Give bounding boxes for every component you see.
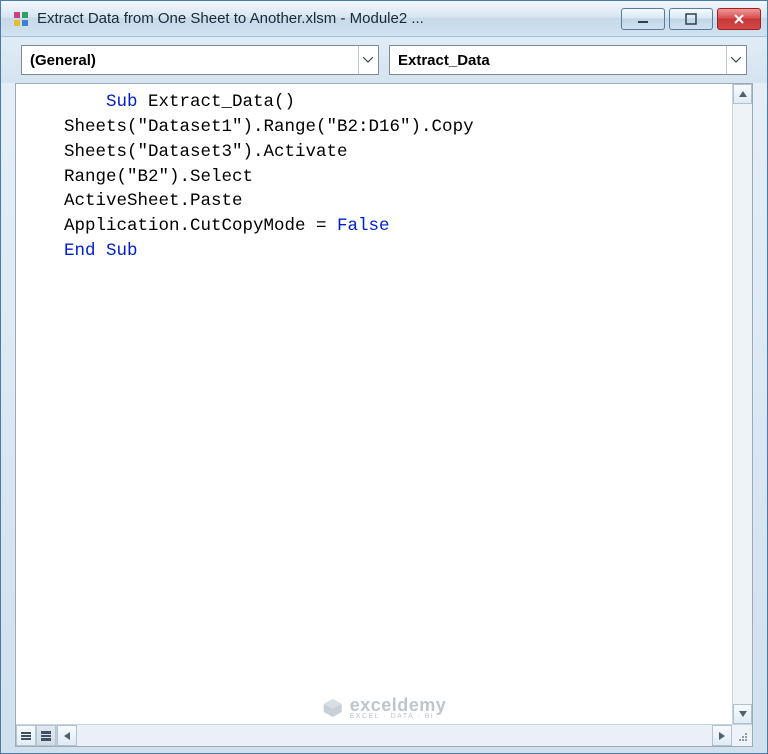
procedure-dropdown-text: Extract_Data (398, 52, 726, 69)
window-controls (621, 8, 761, 30)
view-mode-buttons (16, 725, 57, 746)
resize-grip[interactable] (732, 725, 752, 746)
maximize-icon (685, 13, 697, 25)
scroll-right-icon[interactable] (712, 725, 732, 746)
code-container: Sub Extract_Data() Sheets("Dataset1").Ra… (16, 84, 752, 724)
close-button[interactable] (717, 8, 761, 30)
bottom-bar (16, 724, 752, 746)
code-editor[interactable]: Sub Extract_Data() Sheets("Dataset1").Ra… (16, 84, 732, 724)
vba-editor-window: Extract Data from One Sheet to Another.x… (0, 0, 768, 754)
horizontal-scrollbar[interactable] (57, 725, 732, 746)
minimize-button[interactable] (621, 8, 665, 30)
full-module-view-button[interactable] (36, 725, 56, 746)
scroll-up-icon[interactable] (733, 84, 752, 104)
chevron-down-icon (358, 46, 376, 74)
app-icon (11, 9, 31, 29)
resize-grip-icon (736, 730, 748, 742)
object-dropdown-text: (General) (30, 52, 358, 69)
vertical-scrollbar[interactable] (732, 84, 752, 724)
scroll-left-icon[interactable] (57, 725, 77, 746)
close-icon (733, 13, 745, 25)
minimize-icon (637, 13, 649, 25)
procedure-view-icon (20, 730, 32, 742)
chevron-down-icon (726, 46, 744, 74)
dropdown-bar: (General) Extract_Data (1, 37, 767, 83)
procedure-view-button[interactable] (16, 725, 36, 746)
scroll-down-icon[interactable] (733, 704, 752, 724)
window-title: Extract Data from One Sheet to Another.x… (37, 10, 621, 27)
content-area: Sub Extract_Data() Sheets("Dataset1").Ra… (15, 83, 753, 747)
procedure-dropdown[interactable]: Extract_Data (389, 45, 747, 75)
titlebar: Extract Data from One Sheet to Another.x… (1, 1, 767, 37)
full-module-view-icon (40, 730, 52, 742)
scroll-track[interactable] (733, 104, 752, 704)
hscroll-track[interactable] (77, 725, 712, 746)
object-dropdown[interactable]: (General) (21, 45, 379, 75)
maximize-button[interactable] (669, 8, 713, 30)
